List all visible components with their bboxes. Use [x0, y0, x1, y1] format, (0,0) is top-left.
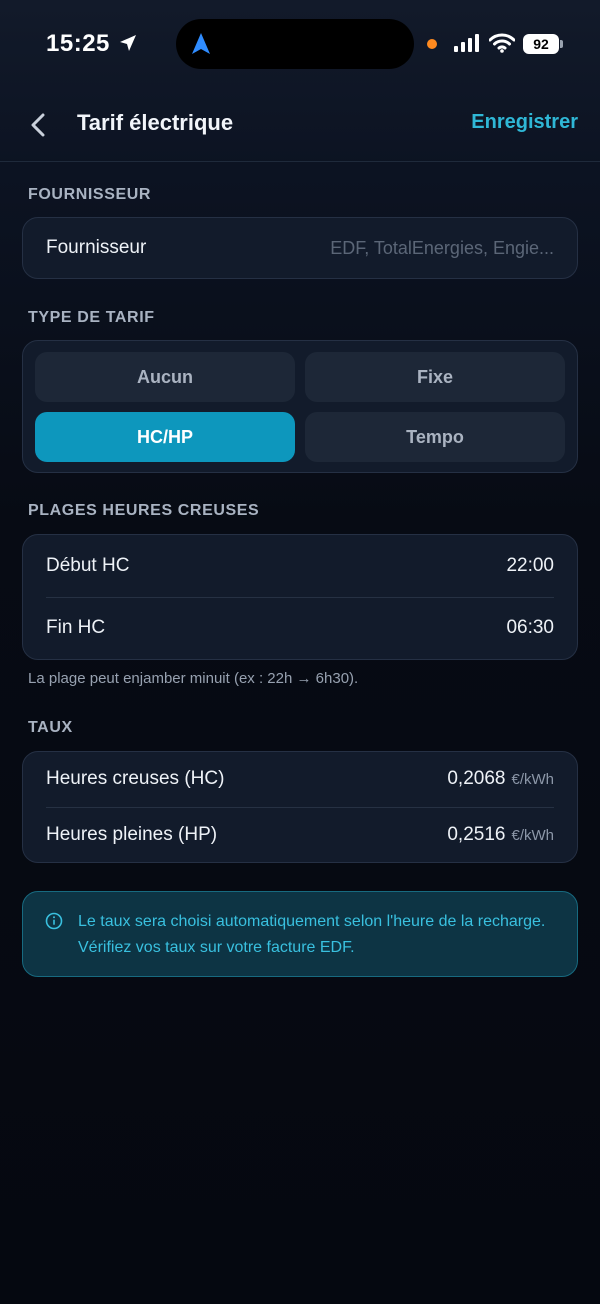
- tariff-option-tempo[interactable]: Tempo: [305, 412, 565, 462]
- row-divider: [46, 597, 554, 598]
- provider-card: Fournisseur EDF, TotalEnergies, Engie...: [22, 217, 578, 279]
- tariff-option-hchp[interactable]: HC/HP: [35, 412, 295, 462]
- tariff-type-section-label: TYPE DE TARIF: [28, 309, 155, 326]
- rate-hp-value[interactable]: 0,2516: [447, 824, 505, 845]
- tariff-option-fixe[interactable]: Fixe: [305, 352, 565, 402]
- rate-hp-row[interactable]: Heures pleines (HP) 0,2516 €/kWh: [23, 808, 577, 864]
- rate-hc-label: Heures creuses (HC): [46, 768, 225, 789]
- info-banner: Le taux sera choisi automatiquement selo…: [22, 891, 578, 977]
- tariff-option-aucun[interactable]: Aucun: [35, 352, 295, 402]
- provider-section-label: FOURNISSEUR: [28, 186, 152, 203]
- navigation-icon: [190, 32, 212, 61]
- location-arrow-icon: [118, 33, 138, 58]
- cellular-signal-icon: [454, 34, 480, 57]
- rates-section-label: TAUX: [28, 719, 73, 736]
- battery-indicator: 92: [523, 34, 559, 54]
- rate-hp-input[interactable]: 0,2516 €/kWh: [447, 824, 554, 846]
- status-bar: 15:25 92: [0, 0, 600, 90]
- info-icon: [45, 912, 63, 935]
- off-peak-start-row[interactable]: Début HC 22:00: [23, 537, 577, 597]
- rate-hc-unit: €/kWh: [511, 771, 554, 788]
- rate-hc-value[interactable]: 0,2068: [447, 768, 505, 789]
- off-peak-start-time[interactable]: 22:00: [506, 555, 554, 577]
- tariff-type-card: Aucun Fixe HC/HP Tempo: [22, 340, 578, 473]
- provider-input-placeholder[interactable]: EDF, TotalEnergies, Engie...: [330, 238, 554, 259]
- off-peak-section-label: PLAGES HEURES CREUSES: [28, 502, 260, 519]
- rates-card: Heures creuses (HC) 0,2068 €/kWh Heures p…: [22, 751, 578, 863]
- back-chevron-icon[interactable]: [28, 112, 48, 143]
- battery-tip: [560, 40, 563, 48]
- off-peak-card: Début HC 22:00 Fin HC 06:30: [22, 534, 578, 660]
- rate-hc-row[interactable]: Heures creuses (HC) 0,2068 €/kWh: [23, 752, 577, 808]
- wifi-icon: [488, 33, 516, 58]
- page-title: Tarif électrique: [77, 110, 234, 135]
- rate-hc-input[interactable]: 0,2068 €/kWh: [447, 768, 554, 790]
- tariff-screen: 15:25 92 Tarif électrique Enregistrer FO…: [0, 0, 600, 1304]
- rate-hp-unit: €/kWh: [511, 827, 554, 844]
- off-peak-end-row[interactable]: Fin HC 06:30: [23, 599, 577, 659]
- rate-hp-label: Heures pleines (HP): [46, 824, 218, 845]
- off-peak-start-label: Début HC: [46, 555, 130, 576]
- off-peak-hint: La plage peut enjamber minuit (ex : 22h …: [28, 670, 359, 687]
- privacy-indicator-icon: [427, 39, 437, 49]
- provider-field-label: Fournisseur: [46, 237, 147, 258]
- save-button[interactable]: Enregistrer: [471, 111, 578, 134]
- provider-field[interactable]: Fournisseur EDF, TotalEnergies, Engie...: [23, 219, 577, 279]
- header: Tarif électrique Enregistrer: [0, 90, 600, 162]
- info-text: Le taux sera choisi automatiquement selo…: [78, 913, 546, 956]
- off-peak-end-label: Fin HC: [46, 617, 106, 638]
- off-peak-end-time[interactable]: 06:30: [506, 617, 554, 639]
- status-time: 15:25: [46, 30, 110, 57]
